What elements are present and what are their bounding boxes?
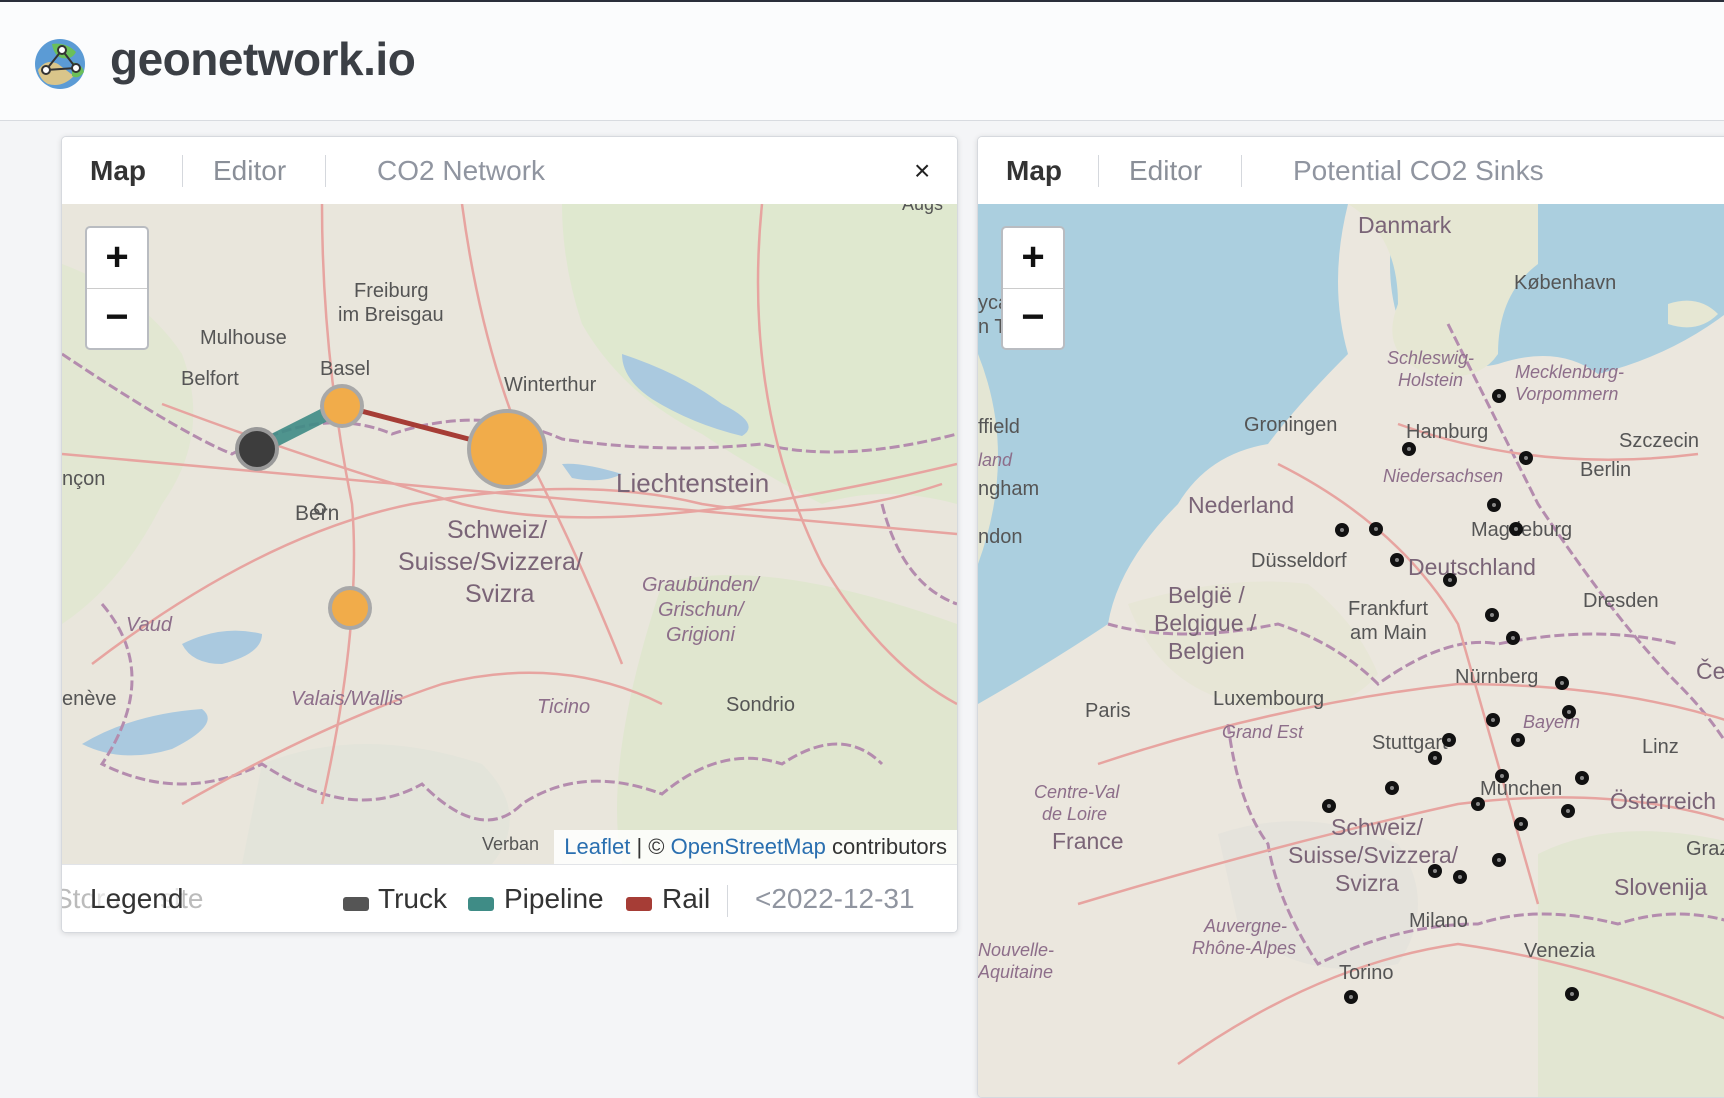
sink-marker-center — [1567, 710, 1571, 714]
sink-marker-center — [1476, 802, 1480, 806]
attribution-separator: | © — [636, 834, 665, 859]
source-node[interactable] — [328, 586, 372, 630]
zoom-out-button[interactable]: − — [87, 288, 147, 348]
panel-tabs: Map Editor CO2 Network × — [62, 137, 957, 205]
sink-marker-center — [1519, 822, 1523, 826]
globe-network-logo-icon[interactable] — [32, 36, 88, 92]
tab-divider — [1098, 155, 1099, 187]
osm-link[interactable]: OpenStreetMap — [671, 834, 826, 859]
rail-swatch — [626, 897, 652, 911]
tab-divider — [182, 155, 183, 187]
tab-editor[interactable]: Editor — [1129, 155, 1202, 187]
legend-title: Legend — [90, 883, 184, 915]
sink-marker-center — [1374, 527, 1378, 531]
network-overlay — [235, 384, 547, 630]
sink-marker-center — [1560, 681, 1564, 685]
sink-marker-center — [1514, 527, 1518, 531]
leaflet-link[interactable]: Leaflet — [564, 834, 630, 859]
sink-marker-center — [1580, 776, 1584, 780]
brand-title[interactable]: geonetwork.io — [110, 32, 416, 86]
close-icon[interactable]: × — [914, 155, 930, 187]
sink-marker-center — [1433, 869, 1437, 873]
sink-marker-center — [1458, 875, 1462, 879]
tab-divider — [1241, 155, 1242, 187]
tab-divider — [325, 155, 326, 187]
tab-map[interactable]: Map — [1006, 155, 1062, 187]
sink-marker-center — [1395, 558, 1399, 562]
sink-marker-center — [1516, 738, 1520, 742]
tab-map[interactable]: Map — [90, 155, 146, 187]
legend-rail: Rail — [662, 883, 711, 914]
city-marker-icon — [314, 503, 326, 515]
sink-marker-center — [1390, 786, 1394, 790]
panel-tabs: Map Editor Potential CO2 Sinks — [978, 137, 1724, 205]
sink-marker-center — [1340, 528, 1344, 532]
sink-marker-center — [1407, 447, 1411, 451]
sinks-panel: Map Editor Potential CO2 Sinks Danmark K… — [977, 136, 1724, 1098]
sink-marker-center — [1433, 756, 1437, 760]
panel-title: CO2 Network — [377, 155, 546, 186]
sink-marker-center — [1490, 613, 1494, 617]
sink-marker-center — [1327, 804, 1331, 808]
legend-pipeline: Pipeline — [504, 883, 604, 914]
map-view[interactable]: Danmark København Schleswig- Holstein Me… — [978, 204, 1724, 1097]
zoom-in-button[interactable]: + — [1003, 228, 1063, 289]
pipeline-swatch — [468, 897, 494, 911]
sink-marker-center — [1448, 578, 1452, 582]
zoom-in-button[interactable]: + — [87, 228, 147, 289]
sink-marker-center — [1447, 738, 1451, 742]
sink-marker-center — [1491, 718, 1495, 722]
source-node[interactable] — [320, 384, 364, 428]
tab-editor[interactable]: Editor — [213, 155, 286, 187]
sink-marker-center — [1497, 394, 1501, 398]
map-view[interactable]: Freiburg im Breisgau Mulhouse Belfort Ba… — [62, 204, 957, 864]
sink-marker-center — [1492, 503, 1496, 507]
sinks-overlay — [1322, 389, 1589, 1004]
truck-swatch — [343, 897, 369, 911]
sink-marker-center — [1566, 809, 1570, 813]
network-panel: Map Editor CO2 Network × Freiburg im Bre… — [61, 136, 958, 933]
zoom-control: + − — [85, 226, 149, 350]
legend-truck: Truck — [378, 883, 447, 914]
date-filter[interactable]: <2022-12-31 — [755, 883, 915, 915]
sink-marker-center — [1570, 992, 1574, 996]
attribution-text: contributors — [832, 834, 947, 859]
legend-divider — [727, 885, 728, 917]
legend-bar: Storage site Legend Truck Pipeline Rail … — [62, 864, 957, 932]
zoom-control: + − — [1001, 226, 1065, 350]
sink-marker-center — [1500, 774, 1504, 778]
panel-title: Potential CO2 Sinks — [1293, 155, 1544, 186]
map-attribution: Leaflet | © OpenStreetMap contributors — [554, 830, 957, 864]
sink-marker-center — [1497, 858, 1501, 862]
storage-site-node[interactable] — [235, 427, 279, 471]
sink-marker-center — [1511, 636, 1515, 640]
app-header: geonetwork.io — [0, 2, 1724, 121]
sink-marker-center — [1349, 995, 1353, 999]
sink-marker-center — [1524, 456, 1528, 460]
zoom-out-button[interactable]: − — [1003, 288, 1063, 348]
source-node[interactable] — [467, 409, 547, 489]
